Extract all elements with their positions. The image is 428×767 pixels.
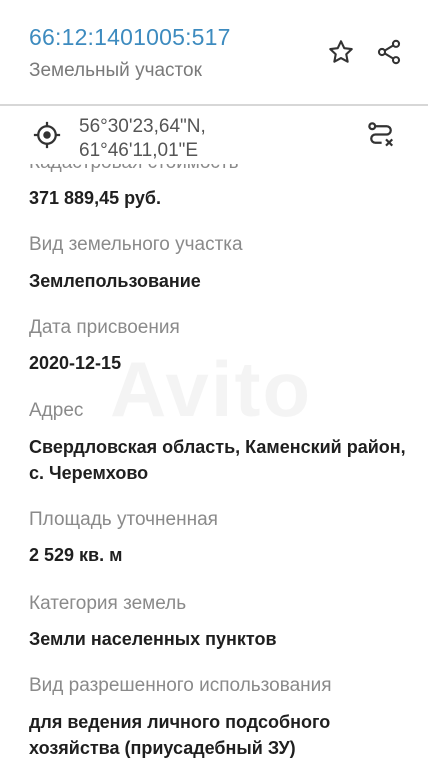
- coordinates-bar: 56°30'23,64"N, 61°46'11,01"E: [0, 106, 428, 164]
- permitted-use-value: для ведения личного подсобного хозяйства…: [29, 712, 331, 758]
- land-type-value: Землепользование: [29, 271, 201, 291]
- share-button[interactable]: [373, 36, 405, 68]
- area-label: Площадь уточненная: [29, 509, 218, 530]
- coordinate-latitude[interactable]: 56°30'23,64"N,: [79, 116, 206, 138]
- land-category-label: Категория земель: [29, 593, 187, 614]
- assignment-date-label: Дата присвоения: [29, 317, 180, 338]
- land-type-label: Вид земельного участка: [29, 234, 243, 255]
- land-category-value: Земли населенных пунктов: [29, 629, 277, 649]
- cadastral-value: 371 889,45 руб.: [29, 188, 161, 208]
- address-value: Свердловская область, Каменский район, с…: [29, 437, 406, 483]
- locate-button[interactable]: [31, 119, 63, 151]
- coordinate-longitude[interactable]: 61°46'11,01"E: [79, 140, 198, 162]
- details-list[interactable]: Avito Кадастровая стоимость 371 889,45 р…: [0, 164, 428, 767]
- cadastral-number[interactable]: 66:12:1401005:517: [29, 24, 231, 51]
- land-plot-details-screen: 66:12:1401005:517 Земельный участок 56°3…: [0, 0, 428, 767]
- share-icon: [377, 39, 401, 65]
- route-button[interactable]: [365, 119, 397, 151]
- permitted-use-label: Вид разрешенного использования: [29, 675, 332, 696]
- target-icon: [33, 121, 61, 149]
- object-type: Земельный участок: [29, 60, 202, 81]
- assignment-date-value: 2020-12-15: [29, 353, 122, 373]
- address-label: Адрес: [29, 400, 84, 421]
- cadastral-value-label: Кадастровая стоимость: [29, 164, 239, 174]
- area-value: 2 529 кв. м: [29, 545, 123, 565]
- route-icon: [368, 122, 394, 147]
- header: 66:12:1401005:517 Земельный участок: [0, 0, 428, 104]
- star-icon: [329, 40, 353, 63]
- favorite-button[interactable]: [325, 36, 357, 68]
